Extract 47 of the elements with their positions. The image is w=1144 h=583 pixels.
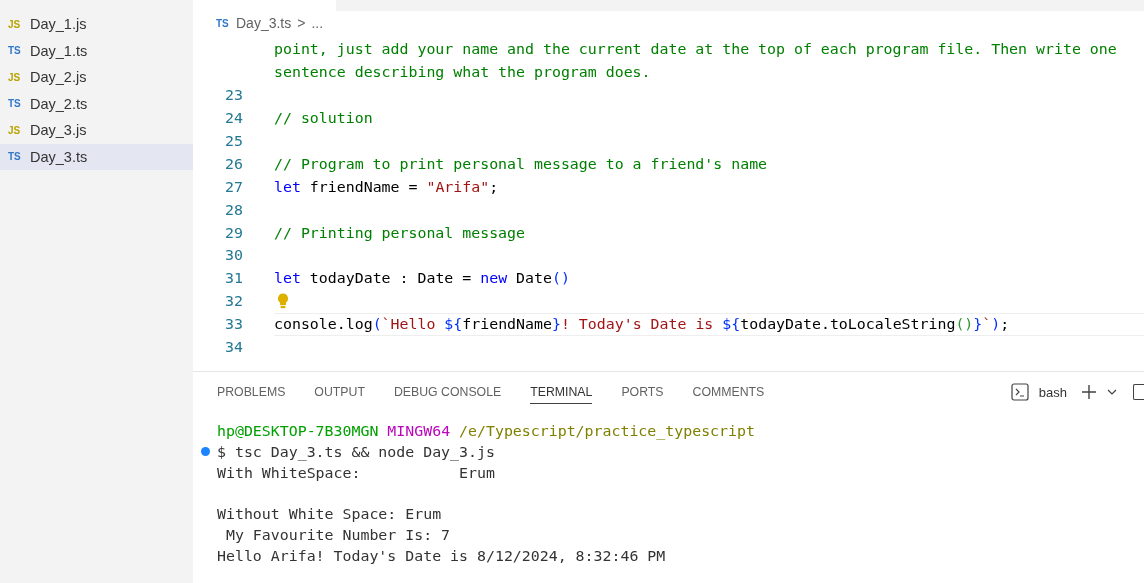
file-item[interactable]: TS Day_2.ts [0, 90, 193, 117]
terminal-line: hp@DESKTOP-7B30MGN MINGW64 /e/Typescript/practice_typescript [217, 421, 755, 440]
terminal-line: My Favourite Number Is: 7 [224, 526, 451, 545]
panel-tab[interactable]: PROBLEMS [217, 380, 286, 404]
panel-tab[interactable]: OUTPUT [314, 380, 365, 404]
terminal-icon [1010, 383, 1029, 402]
file-item[interactable]: JS Day_3.js [0, 117, 193, 144]
panel-tab[interactable]: TERMINAL [530, 380, 593, 404]
file-item[interactable]: JS Day_1.js [0, 11, 193, 38]
line-number: 25 [225, 132, 243, 150]
terminal-line: With WhiteSpace: Erum [217, 463, 495, 482]
code-line: console.log(`Hello ${friendName}! Today's Date is ${todayDate.toLocaleString()}`); [274, 315, 1010, 334]
typescript-file-icon: TS [216, 17, 230, 29]
terminal-line: $ tsc Day_3.ts && node Day_3.js [217, 442, 495, 461]
panel-layout-icon[interactable] [1133, 384, 1144, 401]
line-number: 32 [225, 292, 243, 311]
plus-icon[interactable] [1081, 384, 1097, 401]
code-line: sentence describing what the program does. [274, 63, 651, 82]
line-number: 29 [225, 223, 243, 242]
line-number: 23 [225, 86, 243, 105]
file-item[interactable]: TS Day_3.ts [0, 143, 193, 170]
line-number: 34 [225, 338, 243, 356]
line-number: 24 [225, 109, 243, 128]
terminal-line: Without White Space: Erum [217, 505, 442, 524]
code-line: // Program to print personal message to a friend's name [274, 154, 768, 173]
command-marker-icon [200, 447, 210, 457]
code-line: point, just add your name and the current date at the top of each program file. Then write one [274, 40, 1117, 59]
file-item[interactable]: JS Day_2.js [0, 64, 193, 91]
code-line: let todayDate : Date = new Date() [274, 269, 570, 288]
breadcrumb-item[interactable]: Day_3.ts [236, 15, 292, 31]
line-number: 30 [225, 246, 243, 265]
code-line: // solution [274, 109, 373, 128]
terminal-line: Hello Arifa! Today's Date is 8/12/2024, 8:32:46 PM [217, 547, 666, 566]
code-line: // Printing personal message [274, 223, 526, 242]
panel-tab[interactable]: PORTS [621, 380, 664, 404]
line-number: 33 [225, 315, 243, 334]
panel-tab[interactable]: DEBUG CONSOLE [393, 380, 502, 404]
line-number: 27 [225, 177, 243, 196]
breadcrumb-item[interactable]: ... [311, 15, 324, 31]
panel-tab[interactable]: COMMENTS [692, 380, 765, 404]
shell-name[interactable]: bash [1038, 384, 1067, 400]
line-number: 26 [225, 154, 243, 173]
line-number: 31 [225, 269, 243, 288]
file-item[interactable]: TS Day_1.ts [0, 37, 193, 64]
code-line: let friendName = "Arifa"; [274, 177, 499, 196]
breadcrumb-separator: > [297, 15, 306, 31]
line-number: 28 [225, 200, 243, 219]
